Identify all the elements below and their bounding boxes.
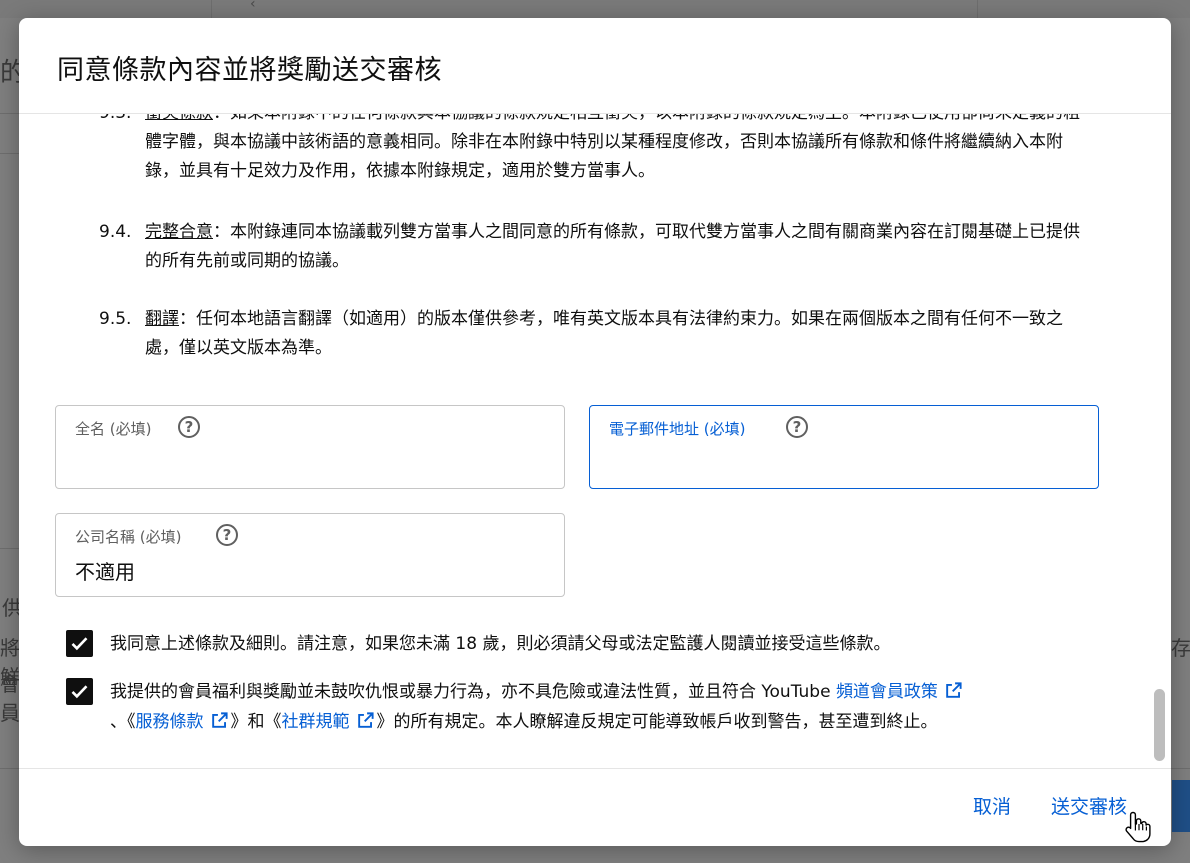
agree-terms-text: 我同意上述條款及細則。請注意，如果您未滿 18 歲，則必須請父母或法定監護人閱讀…: [110, 634, 891, 654]
policy-text: 我提供的會員福利與獎勵並未鼓吹仇恨或暴力行為，亦不具危險或違法性質，並且符合 Y…: [110, 677, 1100, 737]
background-back-arrow-icon: ‹: [250, 0, 256, 12]
background-divider: [977, 0, 978, 18]
background-header: [0, 0, 1190, 18]
checkbox-checked-icon: [71, 685, 88, 699]
policy-text-start: 我提供的會員福利與獎勵並未鼓吹仇恨或暴力行為，亦不具危險或違法性質，並且符合 Y…: [110, 682, 836, 702]
background-divider: [1171, 768, 1190, 769]
clause-text: ：本附錄連同本協議載列雙方當事人之間同意的所有條款，可取代雙方當事人之間有關商業…: [145, 222, 1080, 271]
background-text: 的: [0, 58, 19, 88]
clause-term: 翻譯: [145, 309, 179, 329]
checkbox-checked-icon: [71, 637, 88, 651]
full-name-label: 全名 (必填): [75, 420, 152, 438]
external-link-icon: [946, 682, 962, 698]
clause-number: 9.4.: [99, 222, 132, 242]
background-divider: [0, 768, 19, 769]
clause-9-4: 9.4. 完整合意：本附錄連同本協議載列雙方當事人之間同意的所有條款，可取代雙方…: [99, 218, 1084, 276]
help-icon[interactable]: ?: [786, 416, 808, 438]
company-name-label: 公司名稱 (必填): [75, 528, 182, 546]
email-label: 電子郵件地址 (必填): [609, 420, 746, 438]
background-divider: [0, 153, 19, 154]
clause-9-3: 9.3. 衝突條款：如果本附錄中的任何條款與本協議的條款規定相互衝突，以本附錄的…: [99, 114, 1084, 186]
dialog-scroll-area[interactable]: 9.3. 衝突條款：如果本附錄中的任何條款與本協議的條款規定相互衝突，以本附錄的…: [19, 114, 1171, 768]
clause-text: ：如果本附錄中的任何條款與本協議的條款規定相互衝突，以本附錄的條款規定為主。本附…: [145, 114, 1080, 181]
email-field[interactable]: 電子郵件地址 (必填) ?: [589, 405, 1099, 489]
terms-of-service-link[interactable]: 服務條款: [136, 712, 231, 732]
external-link-icon: [357, 712, 374, 728]
footer-divider: [19, 768, 1171, 769]
help-icon[interactable]: ?: [216, 524, 238, 546]
background-text: 供: [2, 596, 19, 620]
company-name-field[interactable]: 公司名稱 (必填) ? 不適用: [55, 513, 565, 597]
hand-pointer-icon: [1125, 811, 1151, 843]
channel-membership-policy-link[interactable]: 頻道會員政策: [836, 682, 965, 702]
policy-text-separator: 》和《: [230, 712, 282, 732]
policy-text-end: 》的所有規定。本人瞭解違反規定可能導致帳戶收到警告，甚至遭到終止。: [376, 712, 938, 732]
link-label: 頻道會員政策: [835, 682, 938, 702]
link-label: 社群規範: [281, 712, 350, 732]
clause-term: 衝突條款: [145, 114, 213, 123]
background-divider: [211, 0, 212, 18]
community-guidelines-link[interactable]: 社群規範: [282, 712, 377, 732]
terms-dialog: 同意條款內容並將獎勵送交審核 9.3. 衝突條款：如果本附錄中的任何條款與本協議…: [19, 18, 1171, 846]
scrollbar-thumb[interactable]: [1154, 689, 1165, 761]
background-blue-button: [1172, 780, 1190, 832]
clause-number: 9.5.: [99, 309, 132, 329]
dialog-title: 同意條款內容並將獎勵送交審核: [57, 55, 442, 86]
clause-9-5: 9.5. 翻譯：任何本地語言翻譯（如適用）的版本僅供參考，唯有英文版本具有法律約…: [99, 305, 1084, 363]
clause-text: ：任何本地語言翻譯（如適用）的版本僅供參考，唯有英文版本具有法律約束力。如果在兩…: [145, 309, 1063, 358]
submit-for-review-button[interactable]: 送交審核: [1051, 792, 1127, 819]
company-name-value: 不適用: [75, 560, 135, 584]
background-divider: [0, 113, 19, 114]
clause-number: 9.3.: [99, 114, 131, 128]
link-label: 服務條款: [135, 712, 204, 732]
cancel-button[interactable]: 取消: [973, 792, 1011, 819]
clause-term: 完整合意: [145, 222, 213, 242]
policy-text-separator: 、《: [110, 712, 136, 732]
background-text: 會員: [0, 672, 19, 725]
external-link-icon: [211, 712, 228, 728]
help-icon[interactable]: ?: [178, 416, 200, 438]
background-text: 存紛: [1171, 636, 1190, 660]
agree-terms-checkbox[interactable]: [66, 630, 93, 657]
full-name-field[interactable]: 全名 (必填) ?: [55, 405, 565, 489]
background-divider: [0, 548, 19, 549]
policy-checkbox[interactable]: [66, 678, 93, 705]
